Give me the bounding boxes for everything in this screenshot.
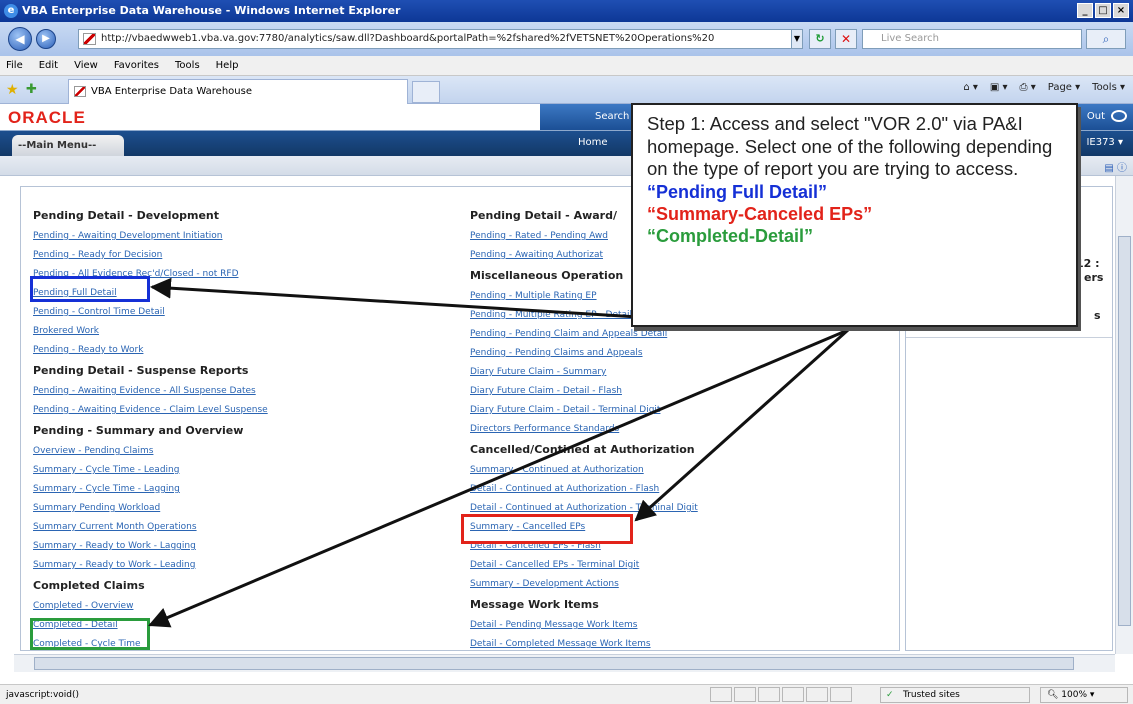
callout-option-completed-detail: “Completed-Detail” — [647, 225, 814, 246]
instruction-callout: Step 1: Access and select "VOR 2.0" via … — [631, 103, 1078, 327]
callout-step-text: Step 1: Access and select "VOR 2.0" via … — [647, 113, 1053, 179]
callout-option-pending-full-detail: “Pending Full Detail” — [647, 181, 828, 202]
arrow-to-summary-cancelled — [634, 328, 850, 522]
browser-window: { "window": { "title": "VBA Enterprise D… — [0, 0, 1133, 704]
arrow-to-completed-detail — [148, 328, 849, 628]
callout-option-summary-canceled: “Summary-Canceled EPs” — [647, 203, 873, 224]
